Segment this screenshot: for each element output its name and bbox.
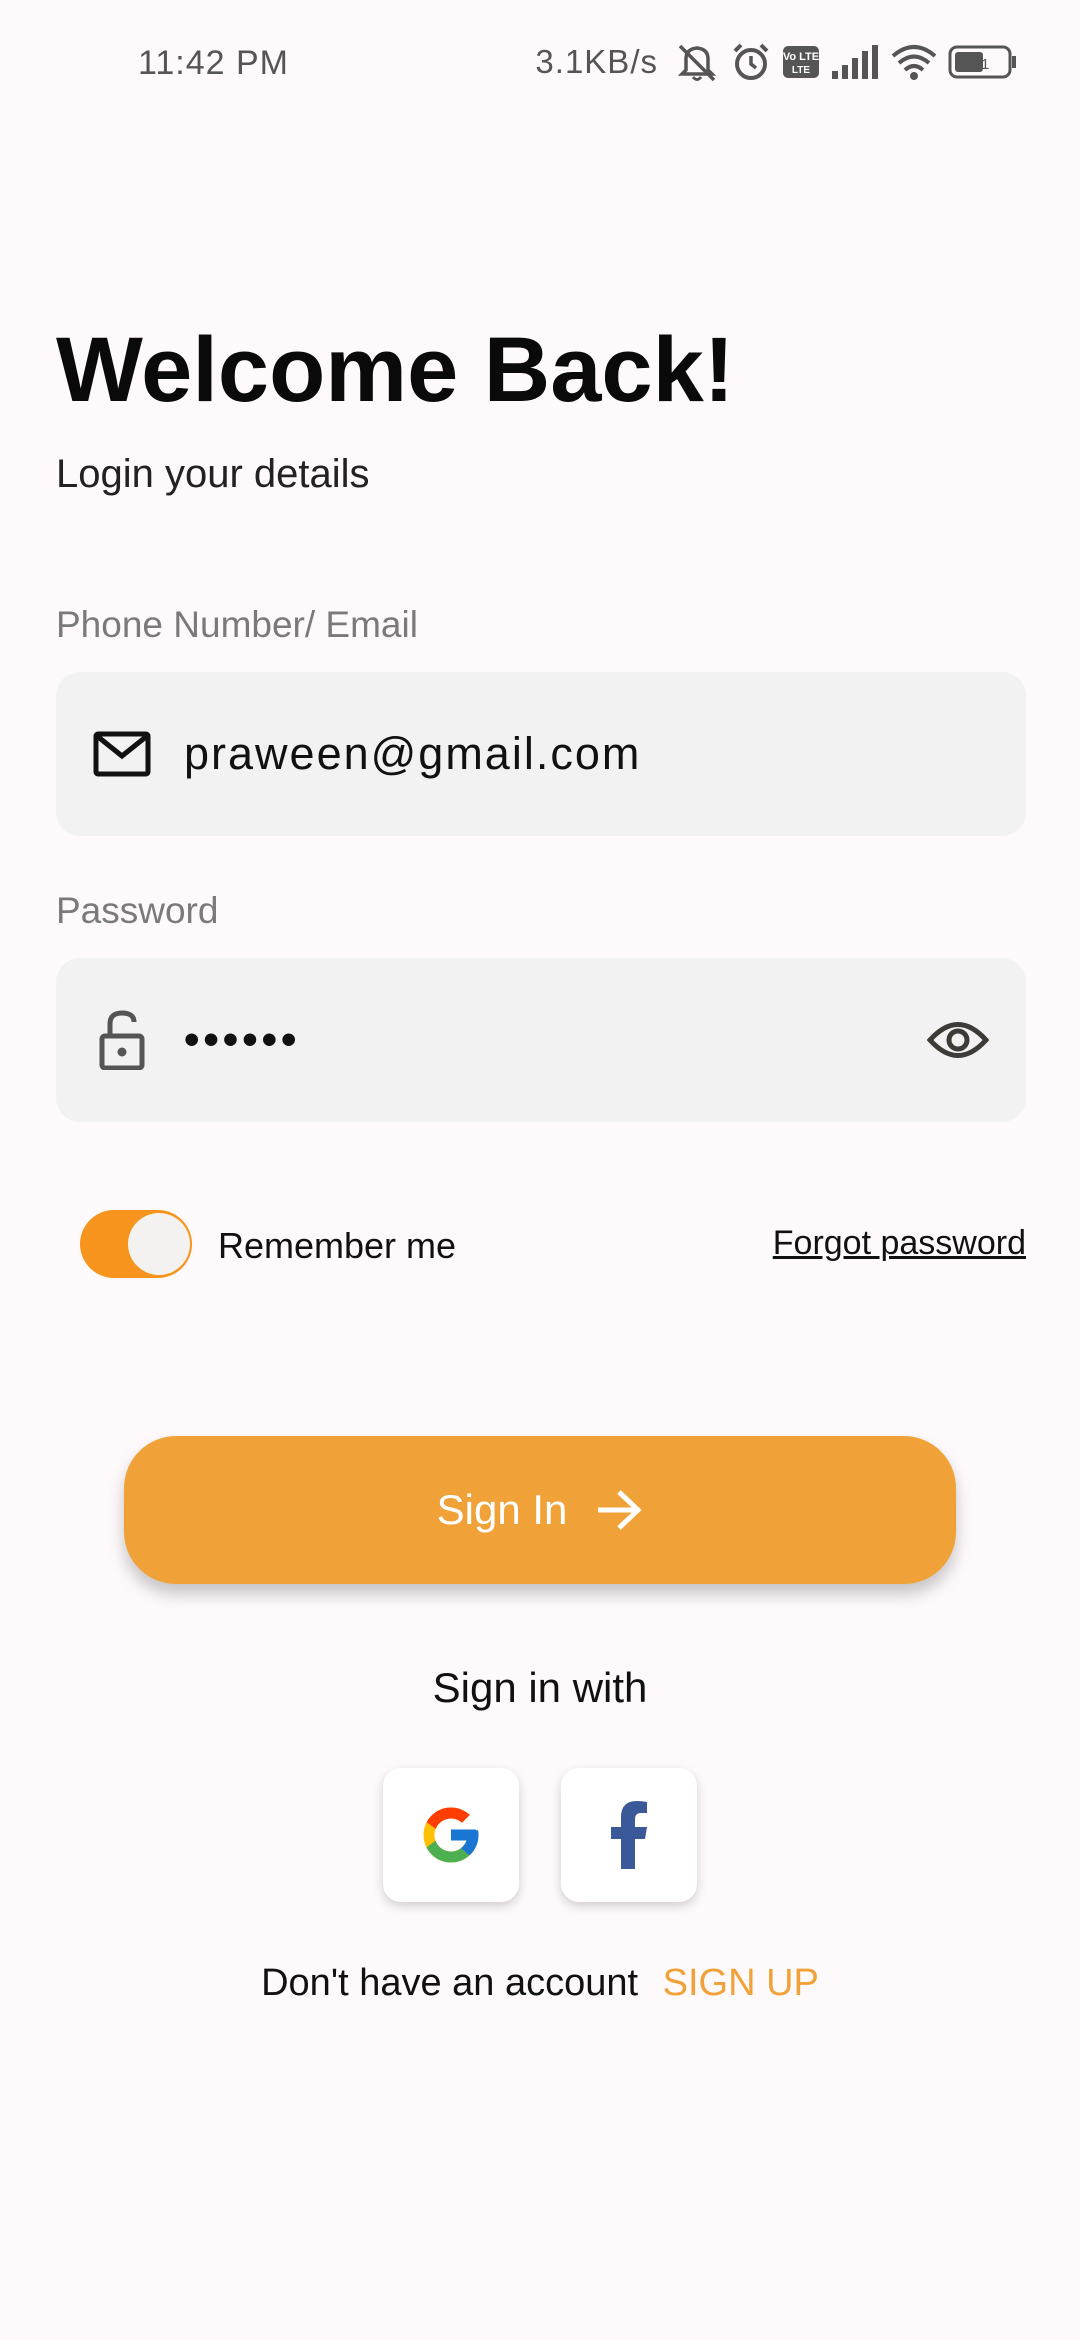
status-icons: 3.1KB/s Vo LTE LTE 51	[535, 40, 1018, 84]
password-field-label: Password	[56, 890, 219, 931]
mail-icon	[90, 722, 154, 786]
google-icon	[418, 1802, 484, 1868]
wifi-icon	[890, 42, 938, 82]
sign-up-link[interactable]: SIGN UP	[663, 1962, 819, 2004]
password-field[interactable]: ••••••	[56, 958, 1026, 1122]
sign-in-label: Sign In	[436, 1486, 568, 1533]
lock-open-icon	[90, 1008, 154, 1072]
sign-in-button[interactable]: Sign In	[124, 1436, 956, 1584]
alarm-icon	[730, 41, 772, 83]
mute-bell-icon	[674, 40, 720, 84]
status-time: 11:42 PM	[138, 44, 290, 82]
password-value: ••••••	[184, 1015, 301, 1064]
forgot-password-link[interactable]: Forgot password	[773, 1224, 1026, 1263]
signup-prompt-text: Don't have an account	[261, 1962, 639, 2004]
sign-in-with-heading: Sign in with	[432, 1664, 648, 1711]
network-speed: 3.1KB/s	[535, 43, 658, 80]
svg-text:51: 51	[973, 56, 990, 73]
signup-prompt: Don't have an account SIGN UP	[0, 1962, 1080, 2005]
signal-icon	[830, 43, 880, 81]
toggle-knob	[128, 1213, 190, 1275]
remember-me-label: Remember me	[218, 1225, 457, 1266]
facebook-sign-in-button[interactable]	[561, 1768, 697, 1902]
email-field-label: Phone Number/ Email	[56, 604, 418, 645]
facebook-icon	[609, 1801, 649, 1869]
svg-text:LTE: LTE	[792, 65, 810, 76]
email-value: praween@gmail.com	[184, 728, 642, 779]
volte-icon: Vo LTE LTE	[782, 44, 820, 80]
battery-icon: 51	[948, 44, 1018, 80]
google-sign-in-button[interactable]	[383, 1768, 519, 1902]
remember-me-toggle[interactable]	[80, 1210, 192, 1278]
eye-icon[interactable]	[922, 1004, 994, 1076]
svg-text:Vo LTE: Vo LTE	[783, 51, 819, 63]
page-subtitle: Login your details	[56, 452, 370, 496]
email-field[interactable]: praween@gmail.com	[56, 672, 1026, 836]
arrow-right-icon	[595, 1489, 643, 1531]
page-title: Welcome Back!	[56, 319, 735, 421]
